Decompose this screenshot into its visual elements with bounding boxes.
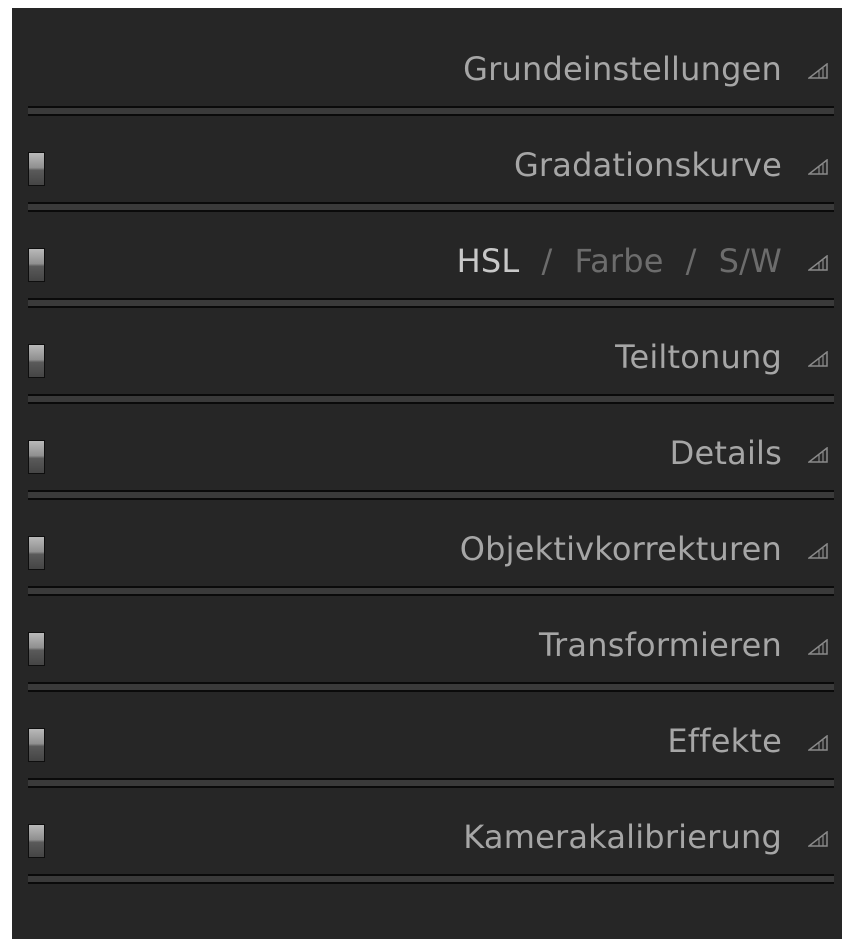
tab-farbe[interactable]: Farbe — [574, 242, 663, 280]
panel-title: Effekte — [667, 722, 782, 760]
panel-divider — [28, 106, 834, 116]
panel-hsl-farbe-sw: HSL / Farbe / S/W — [24, 218, 842, 314]
tab-separator: / — [541, 242, 553, 280]
panel-header-grundeinstellungen[interactable]: Grundeinstellungen — [24, 26, 842, 112]
panel-title: Transformieren — [539, 626, 782, 664]
panel-header-effekte[interactable]: Effekte — [24, 698, 842, 784]
panel-title: Grundeinstellungen — [463, 50, 782, 88]
panel-divider — [28, 874, 834, 884]
panel-header-transformieren[interactable]: Transformieren — [24, 602, 842, 688]
collapse-arrow-icon[interactable] — [808, 447, 828, 463]
panel-header-kamerakalibrierung[interactable]: Kamerakalibrierung — [24, 794, 842, 880]
panel-divider — [28, 778, 834, 788]
panel-effekte: Effekte — [24, 698, 842, 794]
panel-header-teiltonung[interactable]: Teiltonung — [24, 314, 842, 400]
collapse-arrow-icon[interactable] — [808, 63, 828, 79]
panel-title: Gradationskurve — [513, 146, 782, 184]
panel-objektivkorrekturen: Objektivkorrekturen — [24, 506, 842, 602]
panel-header-objektivkorrekturen[interactable]: Objektivkorrekturen — [24, 506, 842, 592]
collapse-arrow-icon[interactable] — [808, 831, 828, 847]
collapse-arrow-icon[interactable] — [808, 543, 828, 559]
collapse-arrow-icon[interactable] — [808, 735, 828, 751]
panel-title: Kamerakalibrierung — [463, 818, 782, 856]
tab-sw[interactable]: S/W — [719, 242, 782, 280]
panel-title: Objektivkorrekturen — [459, 530, 782, 568]
panel-kamerakalibrierung: Kamerakalibrierung — [24, 794, 842, 890]
panel-divider — [28, 394, 834, 404]
panel-title: Details — [669, 434, 782, 472]
panel-divider — [28, 202, 834, 212]
panel-header-hsl-farbe-sw: HSL / Farbe / S/W — [24, 218, 842, 304]
panel-divider — [28, 682, 834, 692]
panel-title: Teiltonung — [615, 338, 782, 376]
panel-header-details[interactable]: Details — [24, 410, 842, 496]
panel-divider — [28, 586, 834, 596]
panel-gradationskurve: Gradationskurve — [24, 122, 842, 218]
panel-header-gradationskurve[interactable]: Gradationskurve — [24, 122, 842, 208]
tab-hsl[interactable]: HSL — [457, 242, 520, 280]
collapse-arrow-icon[interactable] — [808, 351, 828, 367]
panel-grundeinstellungen: Grundeinstellungen — [24, 26, 842, 122]
develop-right-panel: Grundeinstellungen Gradationskurve HSL / F… — [0, 0, 842, 939]
collapse-arrow-icon[interactable] — [808, 255, 828, 271]
panel-teiltonung: Teiltonung — [24, 314, 842, 410]
panel-divider — [28, 490, 834, 500]
panel-transformieren: Transformieren — [24, 602, 842, 698]
panel-title: HSL / Farbe / S/W — [457, 242, 782, 280]
collapse-arrow-icon[interactable] — [808, 159, 828, 175]
tab-separator: / — [685, 242, 697, 280]
collapse-arrow-icon[interactable] — [808, 639, 828, 655]
panel-divider — [28, 298, 834, 308]
panel-details: Details — [24, 410, 842, 506]
